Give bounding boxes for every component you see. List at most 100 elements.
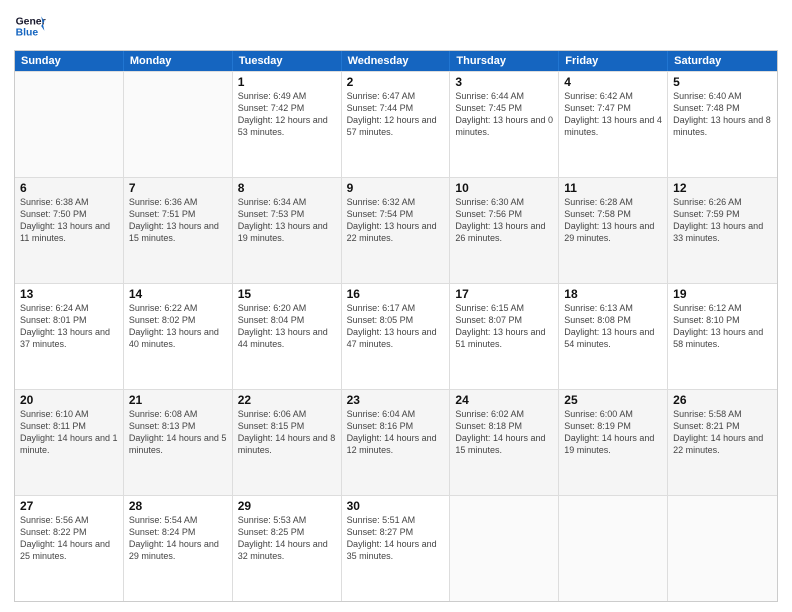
calendar: SundayMondayTuesdayWednesdayThursdayFrid… (14, 50, 778, 602)
day-info: Sunrise: 6:02 AMSunset: 8:18 PMDaylight:… (455, 408, 553, 457)
day-number: 27 (20, 499, 118, 513)
empty-cell (559, 496, 668, 601)
day-info: Sunrise: 6:32 AMSunset: 7:54 PMDaylight:… (347, 196, 445, 245)
logo: General Blue (14, 10, 46, 42)
logo-icon: General Blue (14, 10, 46, 42)
empty-cell (668, 496, 777, 601)
calendar-body: 1Sunrise: 6:49 AMSunset: 7:42 PMDaylight… (15, 71, 777, 601)
day-header-tuesday: Tuesday (233, 51, 342, 71)
day-cell-10: 10Sunrise: 6:30 AMSunset: 7:56 PMDayligh… (450, 178, 559, 283)
day-info: Sunrise: 6:42 AMSunset: 7:47 PMDaylight:… (564, 90, 662, 139)
day-header-wednesday: Wednesday (342, 51, 451, 71)
day-info: Sunrise: 5:53 AMSunset: 8:25 PMDaylight:… (238, 514, 336, 563)
day-number: 10 (455, 181, 553, 195)
day-cell-26: 26Sunrise: 5:58 AMSunset: 8:21 PMDayligh… (668, 390, 777, 495)
calendar-week-1: 1Sunrise: 6:49 AMSunset: 7:42 PMDaylight… (15, 71, 777, 177)
day-number: 22 (238, 393, 336, 407)
day-cell-23: 23Sunrise: 6:04 AMSunset: 8:16 PMDayligh… (342, 390, 451, 495)
day-info: Sunrise: 5:51 AMSunset: 8:27 PMDaylight:… (347, 514, 445, 563)
day-cell-24: 24Sunrise: 6:02 AMSunset: 8:18 PMDayligh… (450, 390, 559, 495)
day-number: 5 (673, 75, 772, 89)
day-cell-22: 22Sunrise: 6:06 AMSunset: 8:15 PMDayligh… (233, 390, 342, 495)
day-cell-21: 21Sunrise: 6:08 AMSunset: 8:13 PMDayligh… (124, 390, 233, 495)
day-cell-20: 20Sunrise: 6:10 AMSunset: 8:11 PMDayligh… (15, 390, 124, 495)
day-info: Sunrise: 6:10 AMSunset: 8:11 PMDaylight:… (20, 408, 118, 457)
day-info: Sunrise: 6:22 AMSunset: 8:02 PMDaylight:… (129, 302, 227, 351)
day-number: 6 (20, 181, 118, 195)
empty-cell (124, 72, 233, 177)
day-number: 9 (347, 181, 445, 195)
day-header-friday: Friday (559, 51, 668, 71)
day-info: Sunrise: 6:34 AMSunset: 7:53 PMDaylight:… (238, 196, 336, 245)
day-number: 23 (347, 393, 445, 407)
day-info: Sunrise: 6:06 AMSunset: 8:15 PMDaylight:… (238, 408, 336, 457)
day-cell-3: 3Sunrise: 6:44 AMSunset: 7:45 PMDaylight… (450, 72, 559, 177)
day-cell-25: 25Sunrise: 6:00 AMSunset: 8:19 PMDayligh… (559, 390, 668, 495)
day-info: Sunrise: 6:12 AMSunset: 8:10 PMDaylight:… (673, 302, 772, 351)
day-number: 18 (564, 287, 662, 301)
calendar-header: SundayMondayTuesdayWednesdayThursdayFrid… (15, 51, 777, 71)
day-cell-13: 13Sunrise: 6:24 AMSunset: 8:01 PMDayligh… (15, 284, 124, 389)
day-number: 4 (564, 75, 662, 89)
calendar-week-3: 13Sunrise: 6:24 AMSunset: 8:01 PMDayligh… (15, 283, 777, 389)
day-info: Sunrise: 5:54 AMSunset: 8:24 PMDaylight:… (129, 514, 227, 563)
day-cell-7: 7Sunrise: 6:36 AMSunset: 7:51 PMDaylight… (124, 178, 233, 283)
day-cell-2: 2Sunrise: 6:47 AMSunset: 7:44 PMDaylight… (342, 72, 451, 177)
day-number: 15 (238, 287, 336, 301)
day-cell-27: 27Sunrise: 5:56 AMSunset: 8:22 PMDayligh… (15, 496, 124, 601)
day-number: 28 (129, 499, 227, 513)
day-header-sunday: Sunday (15, 51, 124, 71)
day-info: Sunrise: 6:24 AMSunset: 8:01 PMDaylight:… (20, 302, 118, 351)
day-info: Sunrise: 6:36 AMSunset: 7:51 PMDaylight:… (129, 196, 227, 245)
day-header-saturday: Saturday (668, 51, 777, 71)
day-info: Sunrise: 6:44 AMSunset: 7:45 PMDaylight:… (455, 90, 553, 139)
day-cell-4: 4Sunrise: 6:42 AMSunset: 7:47 PMDaylight… (559, 72, 668, 177)
day-cell-11: 11Sunrise: 6:28 AMSunset: 7:58 PMDayligh… (559, 178, 668, 283)
day-info: Sunrise: 6:26 AMSunset: 7:59 PMDaylight:… (673, 196, 772, 245)
empty-cell (15, 72, 124, 177)
day-number: 3 (455, 75, 553, 89)
day-cell-5: 5Sunrise: 6:40 AMSunset: 7:48 PMDaylight… (668, 72, 777, 177)
day-cell-14: 14Sunrise: 6:22 AMSunset: 8:02 PMDayligh… (124, 284, 233, 389)
empty-cell (450, 496, 559, 601)
day-number: 16 (347, 287, 445, 301)
day-info: Sunrise: 6:04 AMSunset: 8:16 PMDaylight:… (347, 408, 445, 457)
day-cell-30: 30Sunrise: 5:51 AMSunset: 8:27 PMDayligh… (342, 496, 451, 601)
day-number: 29 (238, 499, 336, 513)
day-info: Sunrise: 6:20 AMSunset: 8:04 PMDaylight:… (238, 302, 336, 351)
day-info: Sunrise: 5:56 AMSunset: 8:22 PMDaylight:… (20, 514, 118, 563)
day-cell-12: 12Sunrise: 6:26 AMSunset: 7:59 PMDayligh… (668, 178, 777, 283)
day-info: Sunrise: 6:17 AMSunset: 8:05 PMDaylight:… (347, 302, 445, 351)
page: General Blue SundayMondayTuesdayWednesda… (0, 0, 792, 612)
day-number: 2 (347, 75, 445, 89)
day-number: 21 (129, 393, 227, 407)
day-info: Sunrise: 6:38 AMSunset: 7:50 PMDaylight:… (20, 196, 118, 245)
day-cell-1: 1Sunrise: 6:49 AMSunset: 7:42 PMDaylight… (233, 72, 342, 177)
day-info: Sunrise: 6:49 AMSunset: 7:42 PMDaylight:… (238, 90, 336, 139)
day-header-thursday: Thursday (450, 51, 559, 71)
day-info: Sunrise: 5:58 AMSunset: 8:21 PMDaylight:… (673, 408, 772, 457)
day-cell-15: 15Sunrise: 6:20 AMSunset: 8:04 PMDayligh… (233, 284, 342, 389)
day-cell-18: 18Sunrise: 6:13 AMSunset: 8:08 PMDayligh… (559, 284, 668, 389)
header: General Blue (14, 10, 778, 42)
day-info: Sunrise: 6:13 AMSunset: 8:08 PMDaylight:… (564, 302, 662, 351)
day-number: 25 (564, 393, 662, 407)
day-cell-29: 29Sunrise: 5:53 AMSunset: 8:25 PMDayligh… (233, 496, 342, 601)
day-info: Sunrise: 6:00 AMSunset: 8:19 PMDaylight:… (564, 408, 662, 457)
day-number: 26 (673, 393, 772, 407)
day-cell-6: 6Sunrise: 6:38 AMSunset: 7:50 PMDaylight… (15, 178, 124, 283)
day-number: 14 (129, 287, 227, 301)
day-number: 12 (673, 181, 772, 195)
day-number: 20 (20, 393, 118, 407)
day-info: Sunrise: 6:47 AMSunset: 7:44 PMDaylight:… (347, 90, 445, 139)
day-cell-28: 28Sunrise: 5:54 AMSunset: 8:24 PMDayligh… (124, 496, 233, 601)
day-cell-16: 16Sunrise: 6:17 AMSunset: 8:05 PMDayligh… (342, 284, 451, 389)
day-header-monday: Monday (124, 51, 233, 71)
day-number: 24 (455, 393, 553, 407)
day-cell-9: 9Sunrise: 6:32 AMSunset: 7:54 PMDaylight… (342, 178, 451, 283)
day-number: 30 (347, 499, 445, 513)
day-info: Sunrise: 6:30 AMSunset: 7:56 PMDaylight:… (455, 196, 553, 245)
calendar-week-2: 6Sunrise: 6:38 AMSunset: 7:50 PMDaylight… (15, 177, 777, 283)
day-cell-17: 17Sunrise: 6:15 AMSunset: 8:07 PMDayligh… (450, 284, 559, 389)
svg-text:Blue: Blue (16, 28, 39, 39)
